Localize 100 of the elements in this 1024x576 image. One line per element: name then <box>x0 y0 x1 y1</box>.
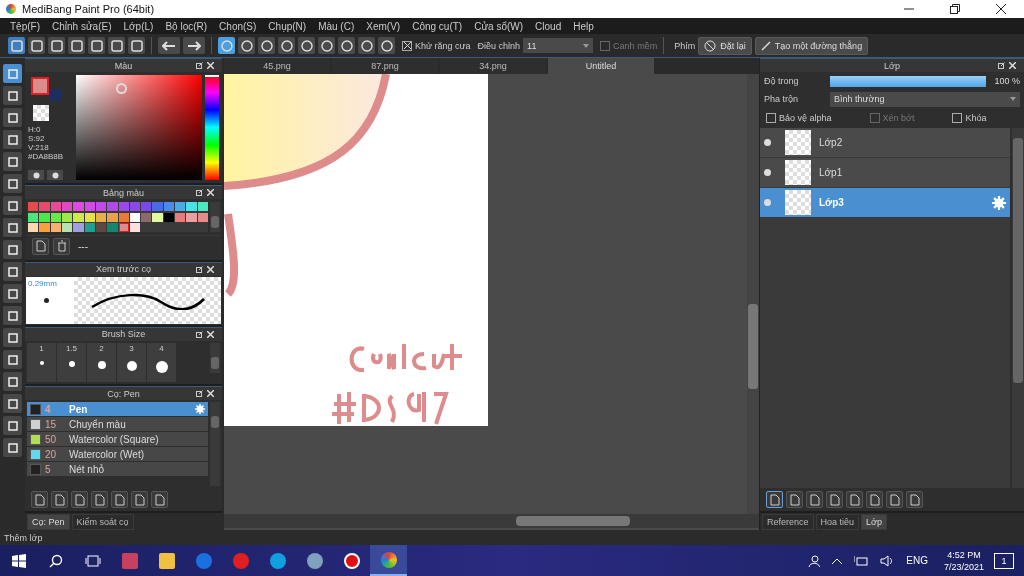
palette-swatch[interactable] <box>73 223 84 233</box>
palette-swatch[interactable] <box>95 223 107 233</box>
palette-swatch[interactable] <box>73 212 84 222</box>
palette-swatch[interactable] <box>28 223 39 233</box>
palette-swatch[interactable] <box>197 202 208 212</box>
palette-swatch[interactable] <box>118 212 129 222</box>
menu-item[interactable]: Màu (C) <box>312 20 361 32</box>
canvas[interactable] <box>224 74 488 426</box>
palette-swatch[interactable] <box>129 223 141 233</box>
straight-line-button[interactable]: Tạo một đường thẳng <box>754 36 869 55</box>
visibility-dot-icon[interactable] <box>764 139 771 146</box>
layer-item[interactable]: Lớp1 <box>760 158 1010 187</box>
language-indicator[interactable]: ENG <box>906 555 928 566</box>
palette-swatch[interactable] <box>50 202 61 212</box>
palette-swatch[interactable] <box>118 202 129 212</box>
brush-size-option[interactable]: 3 <box>117 342 146 383</box>
document-tab[interactable]: Untitled <box>548 58 654 74</box>
palette-swatch[interactable] <box>39 212 50 222</box>
palette-swatch[interactable] <box>152 212 163 222</box>
app-icon[interactable] <box>121 552 138 569</box>
palette-swatch[interactable] <box>50 223 61 233</box>
palette-swatch[interactable] <box>73 202 84 212</box>
palette-swatch[interactable] <box>129 202 141 212</box>
restore-icon[interactable] <box>950 4 960 14</box>
palette-swatch[interactable] <box>61 212 73 222</box>
brush-item[interactable]: 5 Nét nhỏ <box>27 462 208 477</box>
palette-swatch[interactable] <box>61 202 73 212</box>
adjust-dropdown[interactable]: 11 <box>523 38 594 53</box>
menu-item[interactable]: Lớp(L) <box>117 20 160 32</box>
undo-icon[interactable] <box>158 37 180 54</box>
palette-swatch[interactable] <box>39 223 50 233</box>
transparent-swatch[interactable] <box>33 105 49 121</box>
palette-swatch[interactable] <box>61 223 73 233</box>
brush-size-option[interactable]: 2 <box>87 342 116 383</box>
start-icon[interactable] <box>11 553 26 568</box>
antialias-checkbox[interactable]: Khử răng cưa <box>402 40 471 51</box>
brush-size-option[interactable]: 1.5 <box>57 342 86 383</box>
brush-item[interactable]: 50 Watercolor (Square) <box>27 432 208 447</box>
palette-swatch[interactable] <box>107 202 118 212</box>
people-icon[interactable] <box>808 554 821 567</box>
palette-swatch[interactable] <box>28 212 39 222</box>
app-icon[interactable] <box>269 552 286 569</box>
undock-icon[interactable] <box>196 265 203 273</box>
opacity-slider[interactable] <box>830 75 986 87</box>
palette-swatch[interactable] <box>129 212 141 222</box>
menu-item[interactable]: Chọn(S) <box>213 20 263 32</box>
palette-swatch[interactable] <box>107 212 118 222</box>
blend-dropdown[interactable]: Bình thường <box>830 91 1020 107</box>
visibility-dot-icon[interactable] <box>764 199 771 206</box>
palette-swatch[interactable] <box>28 202 39 212</box>
network-icon[interactable] <box>854 555 869 566</box>
palette-swatch[interactable] <box>163 212 175 222</box>
menu-item[interactable]: Help <box>567 20 600 32</box>
undock-icon[interactable] <box>196 330 203 338</box>
palette-swatch[interactable] <box>107 223 118 233</box>
palette-swatch[interactable] <box>175 202 186 212</box>
document-tab[interactable]: 34.png <box>440 58 546 74</box>
palette-swatch[interactable] <box>141 202 152 212</box>
brush-size-option[interactable]: 1 <box>27 342 56 383</box>
palette-swatch[interactable] <box>152 202 163 212</box>
background-swatch[interactable] <box>49 89 61 101</box>
menu-item[interactable]: Tệp(F) <box>4 20 46 32</box>
palette-swatch[interactable] <box>197 212 208 222</box>
hue-slider[interactable] <box>205 75 219 181</box>
undock-icon[interactable] <box>196 62 203 69</box>
menu-item[interactable]: Cửa sổ(W) <box>468 20 530 32</box>
scrollbar[interactable] <box>210 342 220 373</box>
brush-item[interactable]: 15 Chuyển màu <box>27 417 208 432</box>
visibility-dot-icon[interactable] <box>764 169 771 176</box>
palette-swatch[interactable] <box>84 212 95 222</box>
document-tab[interactable]: 45.png <box>224 58 330 74</box>
menu-item[interactable]: Chụp(N) <box>262 20 313 32</box>
scrollbar[interactable] <box>747 74 759 514</box>
paint-app-icon[interactable] <box>380 551 397 568</box>
menu-item[interactable]: Xem(V) <box>360 20 407 32</box>
notification-button[interactable]: 1 <box>994 552 1014 569</box>
brush-size-option[interactable]: 4 <box>147 342 176 383</box>
scrollbar[interactable] <box>1012 128 1024 488</box>
clock[interactable]: 4:52 PM 7/23/2021 <box>943 548 984 573</box>
record-icon[interactable] <box>343 552 360 569</box>
app-icon[interactable] <box>306 552 323 569</box>
scrollbar[interactable] <box>210 202 220 233</box>
palette-swatch[interactable] <box>95 212 107 222</box>
menu-item[interactable]: Bộ lọc(R) <box>159 20 214 32</box>
redo-icon[interactable] <box>183 37 205 54</box>
palette-swatch[interactable] <box>84 223 95 233</box>
palette-swatch[interactable] <box>50 212 61 222</box>
foreground-swatch[interactable] <box>31 77 49 95</box>
horizontal-scrollbar[interactable] <box>224 514 759 528</box>
menu-item[interactable]: Cloud <box>529 20 568 32</box>
task-view-icon[interactable] <box>84 554 101 567</box>
palette-swatch[interactable] <box>175 212 186 222</box>
panel-tab[interactable]: Kiểm soát cọ <box>71 514 134 530</box>
palette-swatch[interactable] <box>163 202 175 212</box>
undock-icon[interactable] <box>196 189 203 197</box>
document-tab[interactable]: 87.png <box>332 58 438 74</box>
undock-icon[interactable] <box>998 62 1005 69</box>
palette-swatch[interactable] <box>141 212 152 222</box>
layer-option-checkbox[interactable]: Khóa <box>952 111 987 125</box>
panel-tab[interactable]: Cọ: Pen <box>27 514 70 530</box>
